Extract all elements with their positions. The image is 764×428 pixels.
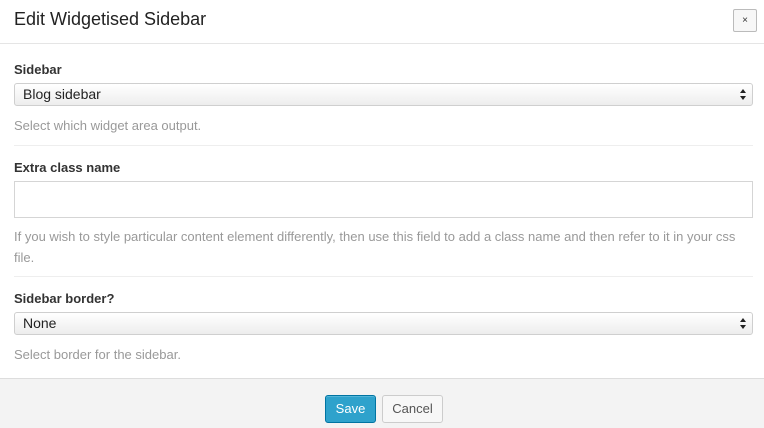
extra-class-hint: If you wish to style particular content …	[14, 229, 736, 265]
close-button[interactable]: ×	[733, 9, 757, 32]
extra-class-label: Extra class name	[14, 160, 121, 175]
extra-class-field: Extra class name If you wish to style pa…	[14, 160, 753, 265]
divider	[14, 145, 753, 146]
sidebar-field: Sidebar Blog sidebar Select which widget…	[14, 62, 753, 133]
dialog-footer: Save Cancel	[0, 378, 764, 428]
select-arrows-icon	[739, 87, 747, 102]
sidebar-border-field: Sidebar border? None Select border for t…	[14, 291, 753, 362]
dialog-header: Edit Widgetised Sidebar ×	[0, 0, 764, 44]
cancel-button[interactable]: Cancel	[382, 395, 443, 423]
sidebar-label: Sidebar	[14, 62, 62, 77]
sidebar-border-hint: Select border for the sidebar.	[14, 347, 181, 362]
sidebar-hint: Select which widget area output.	[14, 118, 202, 133]
sidebar-select[interactable]: Blog sidebar	[14, 83, 753, 106]
sidebar-select-value: Blog sidebar	[23, 86, 101, 102]
select-arrows-icon	[739, 316, 747, 331]
extra-class-input[interactable]	[14, 181, 753, 218]
close-icon: ×	[742, 14, 748, 26]
save-button[interactable]: Save	[325, 395, 376, 423]
dialog-title: Edit Widgetised Sidebar	[14, 9, 207, 29]
sidebar-border-select[interactable]: None	[14, 312, 753, 335]
divider	[14, 276, 753, 277]
sidebar-border-label: Sidebar border?	[14, 291, 115, 306]
sidebar-border-select-value: None	[23, 315, 57, 331]
edit-sidebar-dialog: Edit Widgetised Sidebar × Sidebar Blog s…	[0, 0, 764, 428]
